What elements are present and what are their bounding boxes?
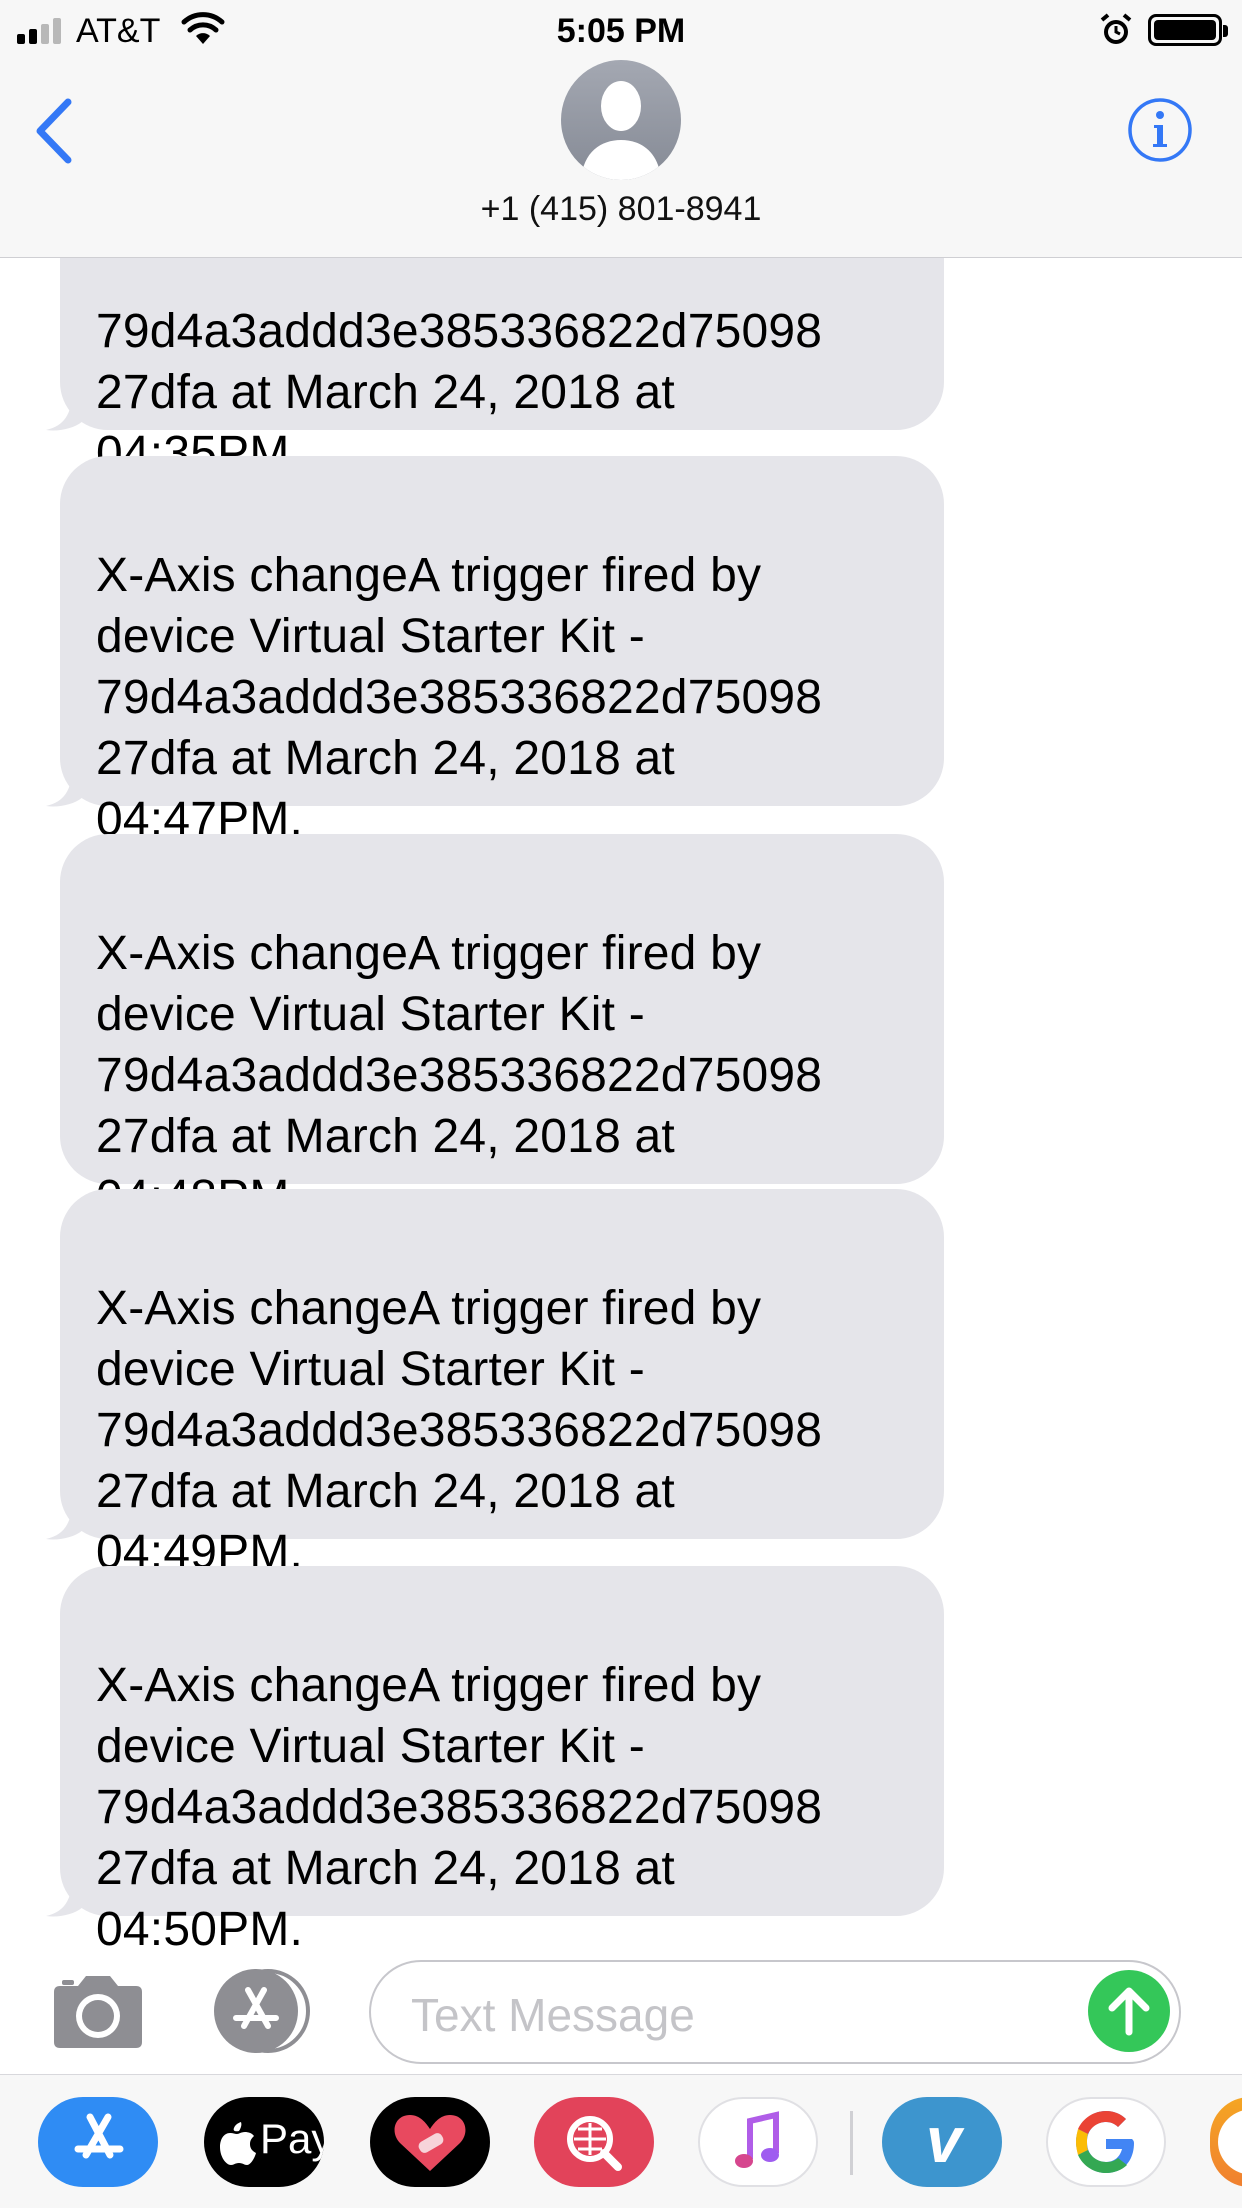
- message-bubble[interactable]: X-Axis changeA trigger fired by device V…: [60, 1566, 944, 1950]
- message-text: 79d4a3addd3e385336822d75098 27dfa at Mar…: [96, 305, 823, 480]
- camera-icon[interactable]: [48, 1972, 148, 2052]
- chevron-left-icon[interactable]: [28, 94, 78, 168]
- info-icon[interactable]: [1127, 97, 1193, 163]
- message-thread[interactable]: 79d4a3addd3e385336822d75098 27dfa at Mar…: [0, 0, 1242, 1950]
- drawer-divider: [850, 2111, 853, 2175]
- message-bubble[interactable]: X-Axis changeA trigger fired by device V…: [60, 834, 944, 1224]
- apple-pay-label: Pay: [260, 2115, 324, 2162]
- bubble-tail: [46, 392, 82, 431]
- venmo-label: v: [926, 2104, 962, 2176]
- status-bar: AT&T 5:05 PM: [0, 0, 1242, 60]
- person-silhouette-icon: [581, 81, 661, 180]
- bubble-tail: [46, 768, 82, 807]
- venmo-icon[interactable]: v: [882, 2097, 1002, 2187]
- message-placeholder: Text Message: [411, 1989, 695, 2041]
- message-text: X-Axis changeA trigger fired by device V…: [96, 549, 823, 846]
- apple-pay-icon[interactable]: Pay: [204, 2097, 324, 2187]
- partial-app-icon[interactable]: [1210, 2097, 1242, 2187]
- message-bubble[interactable]: X-Axis changeA trigger fired by device V…: [60, 456, 944, 846]
- google-icon[interactable]: [1046, 2097, 1166, 2187]
- message-text: X-Axis changeA trigger fired by device V…: [96, 927, 823, 1224]
- message-input[interactable]: Text Message: [369, 1960, 1181, 2064]
- music-icon[interactable]: [698, 2097, 818, 2187]
- bubble-tail: [46, 1878, 82, 1917]
- search-images-icon[interactable]: [534, 2097, 654, 2187]
- send-arrow-icon: [1108, 1987, 1150, 2036]
- compose-bar: Text Message: [0, 1950, 1242, 2074]
- battery-icon: [1148, 14, 1228, 46]
- app-store-icon[interactable]: [210, 1968, 318, 2054]
- bubble-tail: [46, 1501, 82, 1540]
- heart-stickers-icon[interactable]: [370, 2097, 490, 2187]
- conversation-header: AT&T 5:05 PM +1 (415) 801-8941: [0, 0, 1242, 258]
- status-time: 5:05 PM: [556, 12, 686, 50]
- send-button[interactable]: [1088, 1970, 1170, 2052]
- contact-avatar[interactable]: [561, 60, 681, 180]
- app-store-icon[interactable]: [38, 2097, 158, 2187]
- alarm-icon: [1100, 13, 1132, 44]
- message-bubble[interactable]: X-Axis changeA trigger fired by device V…: [60, 1189, 944, 1579]
- contact-name[interactable]: +1 (415) 801-8941: [0, 190, 1242, 229]
- message-text: X-Axis changeA trigger fired by device V…: [96, 1659, 823, 1950]
- message-text: X-Axis changeA trigger fired by device V…: [96, 1282, 823, 1579]
- imessage-app-drawer: Pay v: [0, 2074, 1242, 2208]
